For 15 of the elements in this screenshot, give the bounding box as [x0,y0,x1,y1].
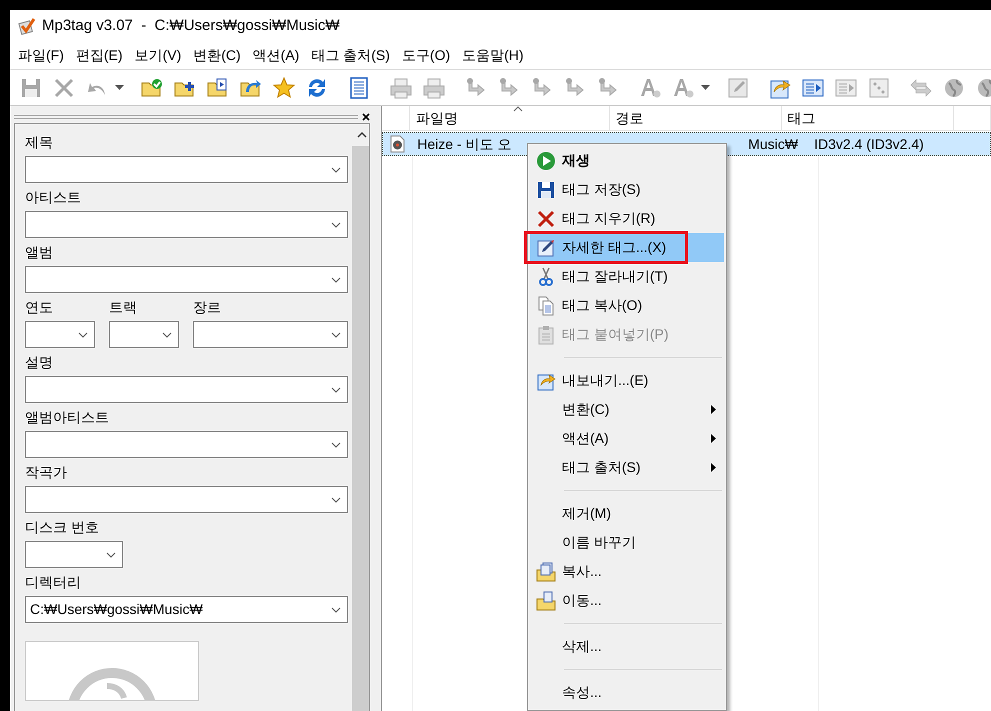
field-label: 장르 [193,298,221,317]
table-cell-text: Music₩ [747,134,799,154]
field-label: 앨범아티스트 [25,408,109,427]
field-label: 디렉터리 [25,573,81,592]
field-label: 작곡가 [25,463,67,482]
field-label: 설명 [25,353,53,372]
field-label: 연도 [25,298,53,317]
window-title: Mp3tag v3.07 - C:₩Users₩gossi₩Music₩ [42,16,340,36]
field-label: 아티스트 [25,188,81,207]
table-cell-text: Heize - 비도 오 [416,134,512,154]
field-label: 트랙 [109,298,137,317]
field-label: 제목 [25,133,53,152]
field-label: 디스크 번호 [25,518,99,537]
table-cell-text: ID3v2.4 (ID3v2.4) [813,134,925,154]
field-label: 앨범 [25,243,53,262]
